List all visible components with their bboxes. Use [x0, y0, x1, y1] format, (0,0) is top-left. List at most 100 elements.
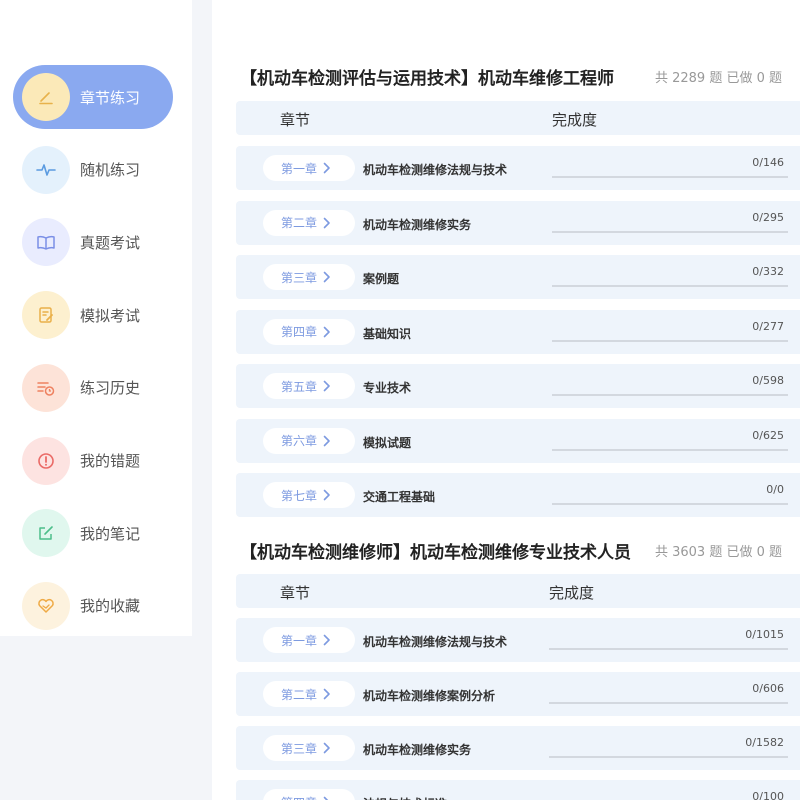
progress-bar	[552, 339, 788, 342]
progress-count: 0/100	[752, 790, 784, 800]
chevron-right-icon	[323, 217, 331, 232]
heart-icon	[22, 581, 70, 630]
progress-bar	[549, 756, 788, 758]
chapter-title: 机动车检测维修案例分析	[363, 689, 496, 703]
progress-count: 0/295	[752, 210, 784, 224]
chapter-label: 第一章	[281, 161, 318, 176]
progress-bar	[552, 176, 788, 178]
sidebar-item-label: 我的错题	[80, 452, 141, 470]
sidebar-item-label: 章节练习	[80, 88, 141, 107]
chapter-chip[interactable]: 第二章	[263, 209, 355, 236]
sidebar-item-7[interactable]: 我的收藏	[13, 574, 173, 638]
chapter-label: 第二章	[281, 687, 318, 702]
alert-circle-icon	[22, 436, 70, 485]
chevron-right-icon	[323, 688, 331, 703]
progress-bar	[552, 230, 788, 233]
progress-count: 0/1582	[745, 736, 784, 749]
progress-bar	[552, 285, 788, 287]
chapter-chip[interactable]: 第四章	[263, 789, 355, 800]
chevron-right-icon	[323, 435, 331, 450]
section-title: 【机动车检测维修师】机动车检测维修专业技术人员	[240, 543, 631, 563]
chapter-row[interactable]: 第六章 模拟试题 0/625	[236, 418, 800, 463]
chapter-row[interactable]: 第三章 机动车检测维修实务 0/1582	[236, 726, 800, 770]
chapter-row[interactable]: 第二章 机动车检测维修案例分析 0/606	[236, 672, 800, 716]
chapter-label: 第一章	[281, 633, 318, 648]
chapter-label: 第四章	[281, 794, 317, 800]
chapter-row[interactable]: 第二章 机动车检测维修实务 0/295	[236, 200, 800, 245]
chapter-chip[interactable]: 第一章	[263, 627, 355, 653]
book-icon	[22, 218, 70, 267]
table-header: 章节 完成度	[236, 101, 800, 135]
chapter-row[interactable]: 第一章 机动车检测维修法规与技术 0/1015	[236, 618, 800, 662]
sidebar-item-0[interactable]: 章节练习	[13, 65, 173, 129]
section-title: 【机动车检测评估与运用技术】机动车维修工程师	[240, 69, 614, 89]
progress-bar	[552, 394, 788, 396]
chevron-right-icon	[323, 634, 331, 649]
chapter-label: 第五章	[281, 379, 318, 394]
header-progress: 完成度	[549, 584, 595, 602]
chapter-title: 基础知识	[363, 326, 412, 341]
chapter-chip[interactable]: 第一章	[263, 155, 355, 181]
chapter-row[interactable]: 第四章 法规与技术标准 0/100	[236, 780, 800, 800]
header-chapter: 章节	[280, 111, 311, 129]
chevron-right-icon	[323, 162, 331, 177]
chapter-chip[interactable]: 第四章	[263, 318, 355, 345]
chapter-title: 机动车检测维修实务	[363, 743, 472, 757]
sidebar-item-3[interactable]: 模拟考试	[13, 283, 173, 347]
chapter-chip[interactable]: 第五章	[263, 373, 355, 399]
progress-count: 0/146	[752, 156, 784, 169]
sidebar-item-5[interactable]: 我的错题	[13, 429, 173, 493]
chevron-right-icon	[323, 796, 331, 800]
chevron-right-icon	[323, 380, 331, 395]
chevron-right-icon	[323, 271, 331, 286]
chapter-title: 交通工程基础	[363, 490, 436, 504]
chapter-title: 专业技术	[363, 381, 412, 395]
sidebar-item-4[interactable]: 练习历史	[13, 356, 173, 420]
chapter-chip[interactable]: 第七章	[263, 482, 355, 508]
sidebar-item-label: 我的收藏	[80, 597, 141, 616]
sidebar: 章节练习随机练习真题考试模拟考试练习历史我的错题我的笔记我的收藏	[0, 0, 192, 636]
section-stats: 共 2289 题 已做 0 题	[654, 71, 782, 86]
progress-count: 0/277	[752, 319, 784, 333]
chapter-chip[interactable]: 第六章	[263, 427, 355, 454]
chapter-chip[interactable]: 第二章	[263, 681, 355, 707]
header-chapter: 章节	[280, 584, 311, 602]
chapter-row[interactable]: 第三章 案例题 0/332	[236, 255, 800, 299]
chapter-row[interactable]: 第七章 交通工程基础 0/0	[236, 473, 800, 517]
chapter-title: 模拟试题	[363, 435, 412, 450]
chevron-right-icon	[323, 742, 331, 757]
progress-count: 0/598	[752, 374, 784, 387]
chapter-title: 机动车检测维修法规与技术	[363, 635, 508, 649]
sidebar-item-1[interactable]: 随机练习	[13, 138, 173, 202]
progress-bar	[549, 648, 788, 650]
chapter-chip[interactable]: 第三章	[263, 735, 355, 761]
chapter-label: 第三章	[281, 270, 318, 285]
main-content: 【机动车检测评估与运用技术】机动车维修工程师共 2289 题 已做 0 题章节完…	[212, 0, 800, 800]
chapter-title: 法规与技术标准	[363, 795, 447, 800]
chapter-title: 案例题	[363, 272, 400, 286]
chapter-label: 第四章	[281, 325, 318, 339]
chapter-row[interactable]: 第一章 机动车检测维修法规与技术 0/146	[236, 146, 800, 190]
chevron-right-icon	[323, 326, 331, 341]
progress-count: 0/0	[766, 483, 784, 496]
chapter-title: 机动车检测维修实务	[363, 217, 472, 232]
chapter-row[interactable]: 第五章 专业技术 0/598	[236, 364, 800, 408]
pencil-icon	[22, 73, 70, 121]
history-list-icon	[22, 363, 70, 412]
chapter-row[interactable]: 第四章 基础知识 0/277	[236, 309, 800, 354]
chapter-label: 第六章	[281, 434, 318, 448]
chapter-label: 第七章	[281, 488, 318, 503]
progress-bar	[549, 702, 788, 704]
sidebar-item-2[interactable]: 真题考试	[13, 210, 173, 274]
sidebar-item-6[interactable]: 我的笔记	[13, 501, 173, 565]
edit-doc-icon	[22, 291, 70, 340]
sidebar-item-label: 真题考试	[80, 233, 141, 252]
sidebar-item-label: 我的笔记	[80, 524, 141, 543]
note-edit-icon	[22, 509, 70, 558]
progress-count: 0/332	[752, 265, 784, 278]
progress-count: 0/625	[752, 428, 784, 442]
progress-count: 0/606	[752, 682, 784, 695]
chapter-chip[interactable]: 第三章	[263, 264, 355, 290]
sidebar-item-label: 练习历史	[80, 379, 141, 398]
chapter-label: 第三章	[281, 741, 318, 756]
